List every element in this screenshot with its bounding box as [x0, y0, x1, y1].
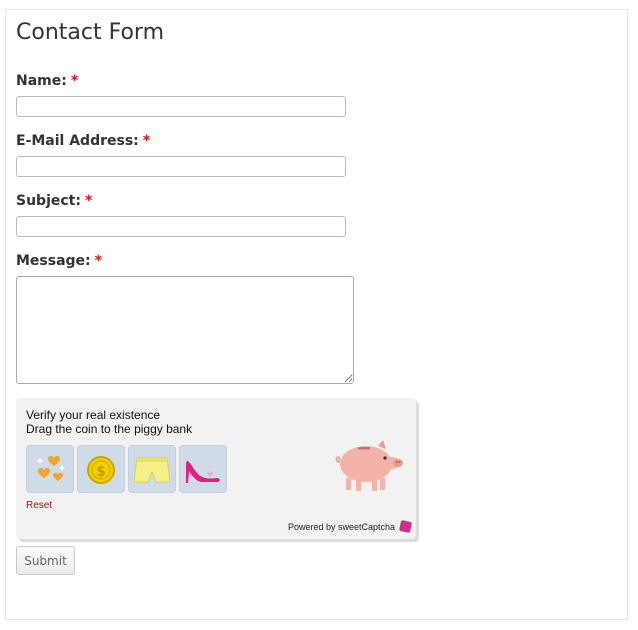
piggy-bank-icon [335, 440, 403, 491]
subject-label-text: Subject: [16, 193, 81, 209]
required-mark: * [70, 73, 79, 89]
name-field[interactable] [16, 96, 346, 117]
email-label-text: E-Mail Address: [16, 133, 139, 149]
captcha-item-coin[interactable]: $ [77, 445, 125, 493]
subject-label: Subject: * [16, 193, 92, 209]
captcha-instruction-2: Drag the coin to the piggy bank [26, 422, 193, 436]
page-title: Contact Form [16, 20, 165, 45]
submit-button[interactable]: Submit [16, 546, 75, 575]
captcha-instruction-1: Verify your real existence [26, 408, 161, 422]
hearts-icon [36, 456, 65, 481]
email-label: E-Mail Address: * [16, 133, 150, 149]
powered-by-text: Powered by sweetCaptcha [288, 522, 396, 532]
message-field[interactable] [16, 276, 354, 384]
email-field[interactable] [16, 156, 346, 177]
shorts-icon [133, 457, 171, 483]
sweetcaptcha-widget: Verify your real existence Drag the coin… [16, 398, 416, 539]
captcha-reset-link[interactable]: Reset [26, 500, 52, 511]
name-label: Name: * [16, 73, 78, 89]
captcha-item-high-heel[interactable] [179, 445, 227, 493]
required-mark: * [84, 193, 93, 209]
captcha-item-hearts[interactable] [26, 445, 74, 493]
message-label: Message: * [16, 253, 102, 269]
message-label-text: Message: [16, 253, 91, 269]
captcha-item-shorts[interactable] [128, 445, 176, 493]
required-mark: * [94, 253, 102, 269]
sweetcaptcha-logo-icon [398, 519, 413, 534]
high-heel-icon [186, 461, 220, 483]
coin-icon: $ [87, 456, 115, 484]
required-mark: * [142, 133, 151, 149]
name-label-text: Name: [16, 73, 67, 89]
svg-text:$: $ [96, 464, 106, 480]
subject-field[interactable] [16, 216, 346, 237]
